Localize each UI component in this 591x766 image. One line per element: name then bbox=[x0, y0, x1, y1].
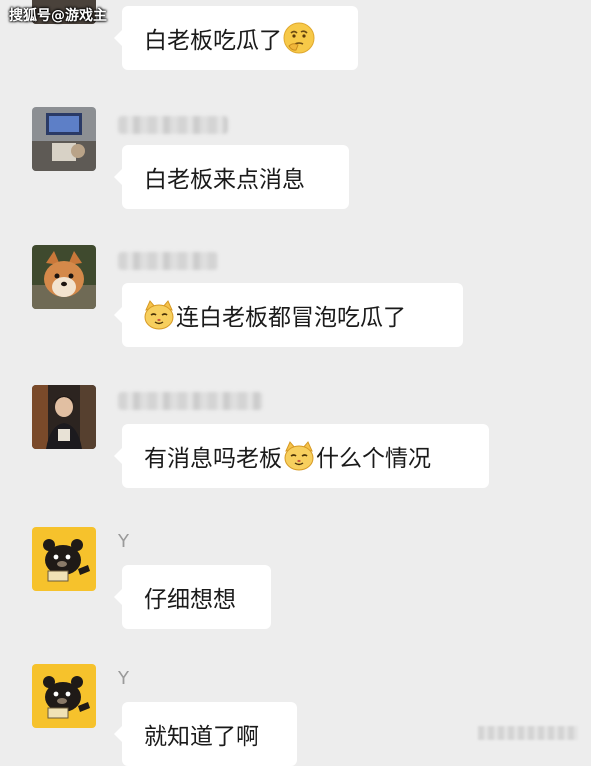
corner-watermark-blurred bbox=[478, 726, 578, 740]
message-text: 就知道了啊 bbox=[144, 724, 259, 750]
cat-face-icon bbox=[282, 439, 316, 473]
sender-name-blurred bbox=[118, 116, 228, 134]
message-text: 白老板吃瓜了 bbox=[144, 28, 282, 54]
message-bubble[interactable]: 仔细想想 bbox=[114, 565, 271, 629]
message-bubble[interactable]: 有消息吗老板 什么个情况 bbox=[114, 424, 489, 488]
message-text: 仔细想想 bbox=[144, 587, 236, 613]
avatar[interactable] bbox=[32, 664, 96, 728]
avatar[interactable] bbox=[32, 107, 96, 171]
message-text: 有消息吗老板 bbox=[144, 446, 282, 472]
message-text: 白老板来点消息 bbox=[144, 167, 305, 193]
thinking-face-icon bbox=[282, 21, 316, 55]
sender-name: Y bbox=[118, 531, 129, 552]
message-bubble[interactable]: 白老板来点消息 bbox=[114, 145, 349, 209]
avatar[interactable] bbox=[32, 385, 96, 449]
message-bubble[interactable]: 白老板吃瓜了 bbox=[114, 6, 358, 70]
sender-name-blurred bbox=[118, 252, 218, 270]
message-text: 什么个情况 bbox=[316, 446, 431, 472]
message-bubble[interactable]: 连白老板都冒泡吃瓜了 bbox=[114, 283, 463, 347]
avatar[interactable] bbox=[32, 245, 96, 309]
cat-face-icon bbox=[142, 298, 176, 332]
sender-name-blurred bbox=[118, 392, 263, 410]
avatar[interactable] bbox=[32, 527, 96, 591]
sender-name: Y bbox=[118, 668, 129, 689]
message-bubble[interactable]: 就知道了啊 bbox=[114, 702, 297, 766]
watermark-text: 搜狐号@游戏主 bbox=[9, 8, 107, 24]
message-text: 连白老板都冒泡吃瓜了 bbox=[176, 305, 406, 331]
